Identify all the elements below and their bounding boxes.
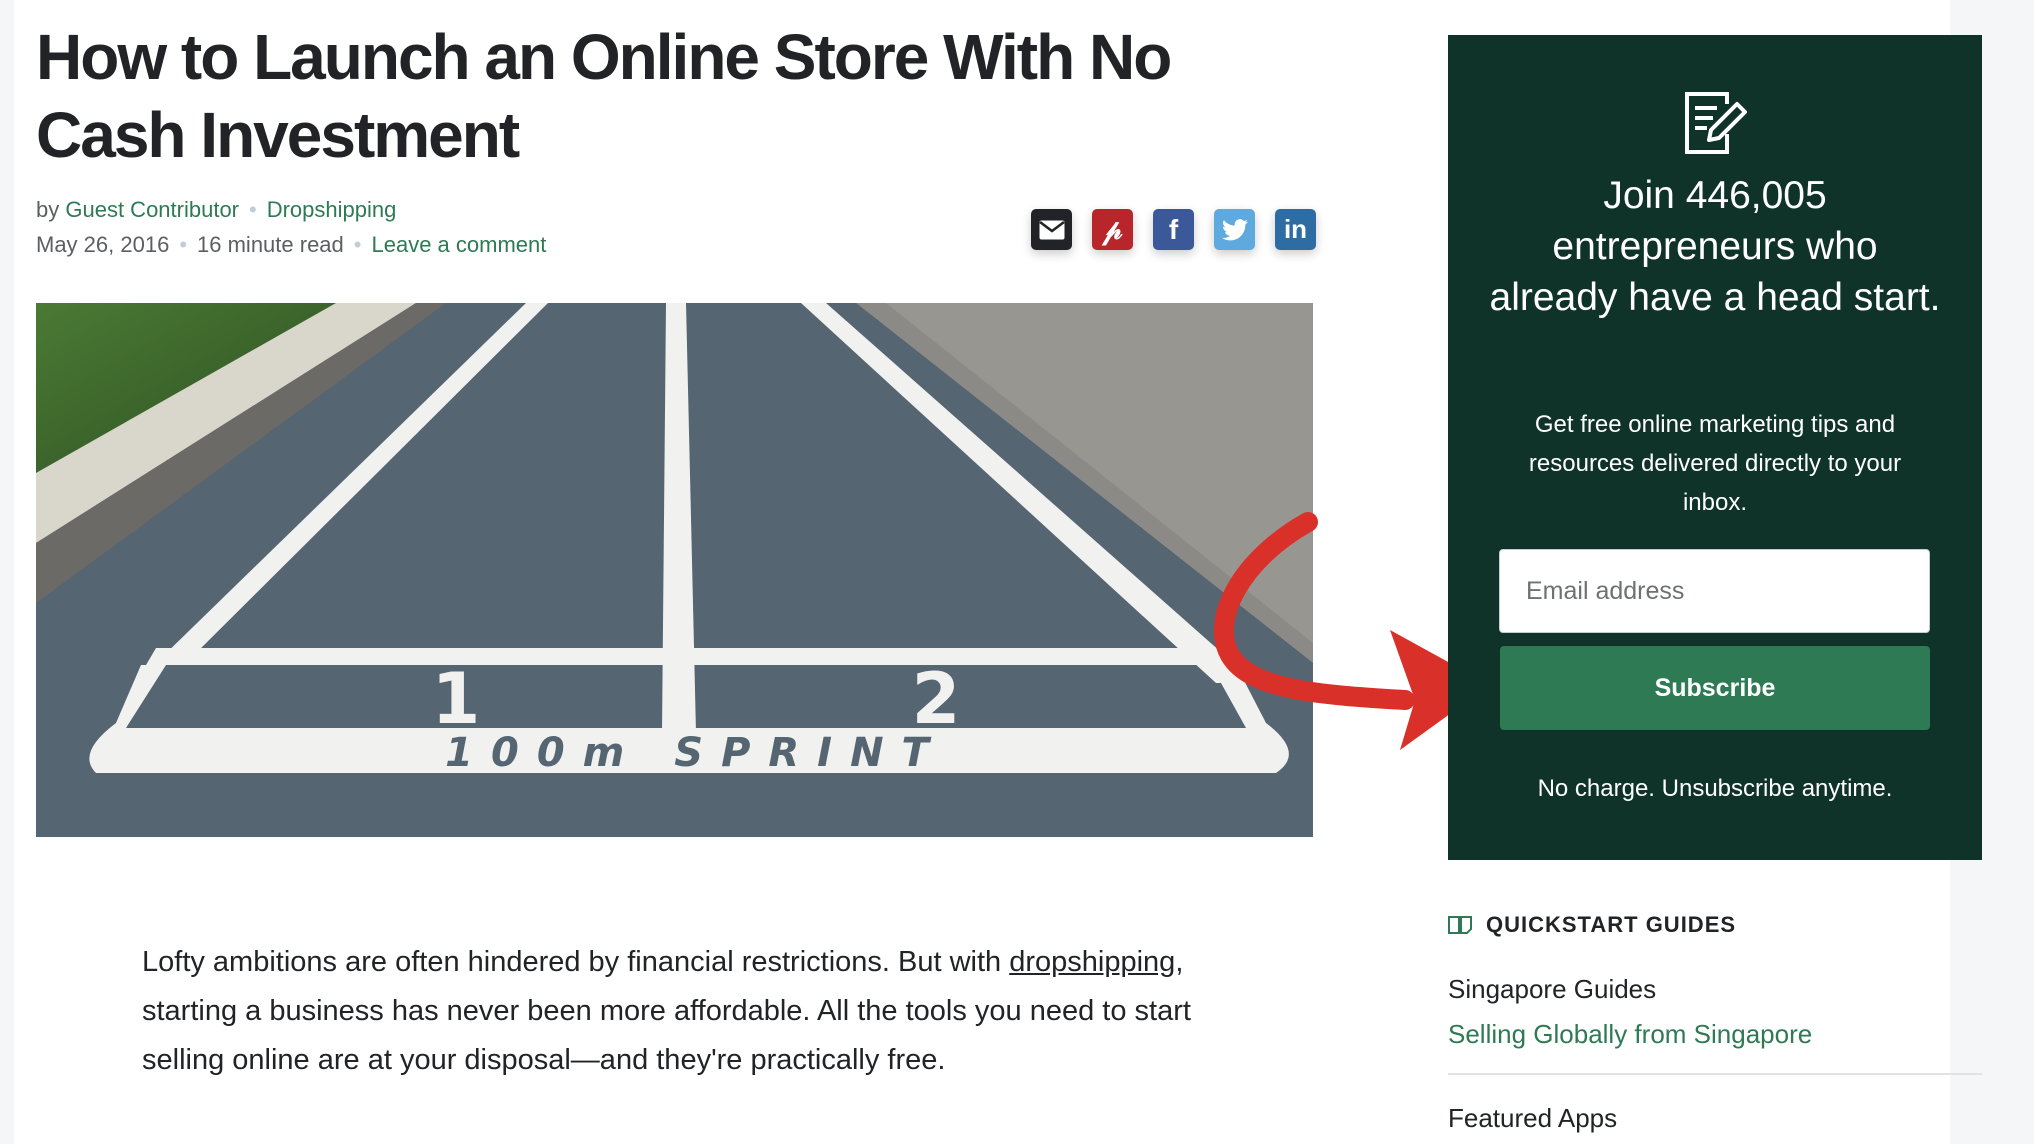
book-icon: [1448, 916, 1472, 934]
sprint-label: 100m SPRINT: [445, 730, 947, 776]
linkedin-share-button[interactable]: in: [1275, 209, 1316, 250]
newsletter-signup-panel: Join 446,005 entrepreneurs who already h…: [1448, 35, 1982, 860]
newsletter-description: Get free online marketing tips and resou…: [1528, 411, 1902, 516]
author-link[interactable]: Guest Contributor: [65, 197, 239, 222]
dropshipping-link[interactable]: dropshipping: [1009, 946, 1175, 978]
newsletter-heading: Join 446,005 entrepreneurs who already h…: [1489, 174, 1941, 319]
intro-text: Lofty ambitions are often hindered by fi…: [142, 946, 1010, 978]
pinterest-share-button[interactable]: 𝓅: [1092, 209, 1133, 250]
edit-document-icon: [1685, 92, 1747, 154]
byline: by Guest Contributor • Dropshipping: [36, 197, 396, 223]
lane-1-number: 1: [432, 658, 481, 740]
pinterest-icon: 𝓅: [1102, 212, 1123, 246]
article-intro-paragraph: Lofty ambitions are often hindered by fi…: [142, 938, 1212, 1085]
share-buttons: 𝓅 f in: [1031, 209, 1316, 250]
hero-image-running-track: 1 2 100m SPRINT: [36, 303, 1313, 837]
twitter-share-button[interactable]: [1214, 209, 1255, 250]
no-charge-note: No charge. Unsubscribe anytime.: [1537, 775, 1893, 802]
facebook-share-button[interactable]: f: [1153, 209, 1194, 250]
page-edge-left: [0, 0, 14, 1144]
read-time: 16 minute read: [197, 232, 344, 257]
linkedin-icon: in: [1283, 214, 1308, 244]
separator-dot: •: [249, 197, 257, 222]
email-address-input[interactable]: [1499, 549, 1930, 633]
featured-apps-heading: Featured Apps: [1448, 1103, 1618, 1133]
separator-dot: •: [353, 232, 362, 257]
guide-group-title: Singapore Guides: [1448, 974, 1657, 1004]
twitter-icon: [1221, 218, 1248, 240]
separator-dot: •: [179, 232, 188, 257]
quickstart-guides-heading: QUICKSTART GUIDES: [1448, 912, 1736, 938]
category-link[interactable]: Dropshipping: [267, 197, 397, 222]
lane-2-number: 2: [912, 658, 961, 740]
comment-link[interactable]: Leave a comment: [371, 232, 546, 257]
publish-date: May 26, 2016: [36, 232, 170, 257]
sidebar-divider: [1448, 1073, 1982, 1075]
guide-link[interactable]: Selling Globally from Singapore: [1448, 1019, 1812, 1050]
article-title: How to Launch an Online Store With No Ca…: [36, 21, 1172, 171]
facebook-icon: f: [1168, 213, 1179, 245]
email-icon: [1038, 220, 1065, 239]
quickstart-heading-text: QUICKSTART GUIDES: [1486, 912, 1737, 937]
byline-prefix: by: [36, 197, 60, 222]
article-meta: May 26, 2016 • 16 minute read • Leave a comm…: [36, 232, 546, 258]
email-share-button[interactable]: [1031, 209, 1072, 250]
subscribe-button[interactable]: Subscribe: [1500, 646, 1930, 730]
